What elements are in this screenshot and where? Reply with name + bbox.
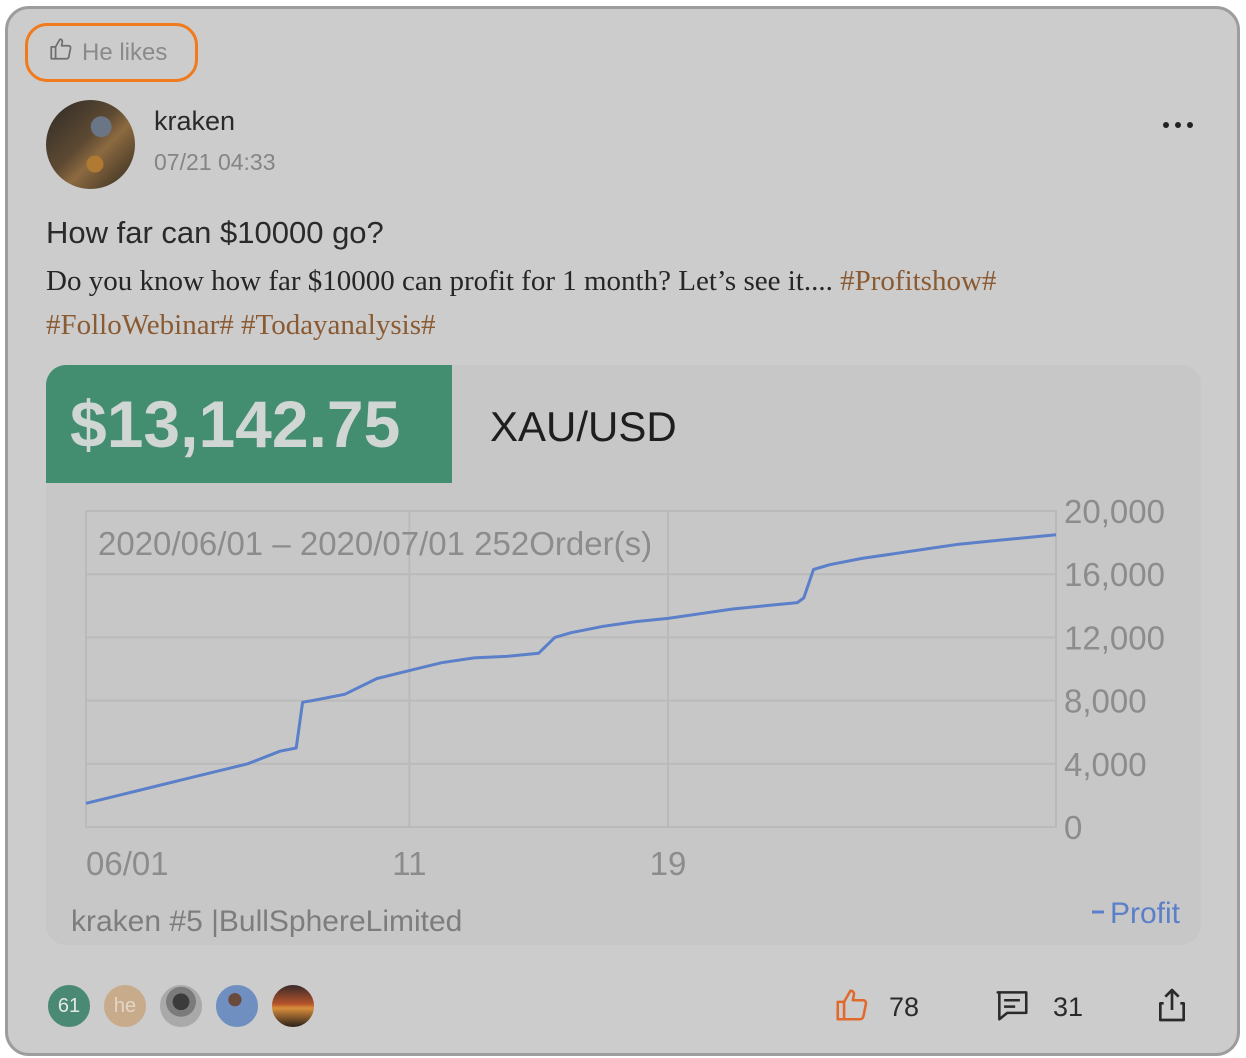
y-tick-label: 8,000 [1064,683,1147,720]
comment-button[interactable]: 31 [993,986,1083,1029]
comment-icon [993,986,1031,1029]
y-tick-label: 20,000 [1064,493,1165,530]
profit-chart-card[interactable]: $13,142.75 XAU/USD 2020/06/01 – 2020/07/… [46,365,1201,945]
hashtag-link[interactable]: #FolloWebinar# [46,309,234,341]
y-tick-label: 4,000 [1064,746,1147,783]
avatar[interactable] [270,983,316,1029]
thumbs-up-icon [48,36,74,69]
profit-amount: $13,142.75 [46,365,452,483]
hashtag-link[interactable]: #Profitshow# [840,265,996,297]
profit-line-chart: 2020/06/01 – 2020/07/01 252Order(s) 0 4,0… [71,493,1181,938]
x-tick-label: 19 [650,845,687,882]
avatar[interactable] [214,983,260,1029]
y-tick-label: 0 [1064,809,1082,846]
avatar[interactable] [158,983,204,1029]
date-range-label: 2020/06/01 – 2020/07/01 252Order(s) [98,525,652,562]
like-button[interactable]: 78 [833,986,919,1029]
author-name[interactable]: kraken [154,106,235,137]
y-axis-ticks: 0 4,000 8,000 12,000 16,000 20,000 [1064,493,1165,846]
post-body: Do you know how far $10000 can profit fo… [46,259,1196,347]
post-title: How far can $10000 go? [46,215,384,250]
more-options-icon[interactable] [1158,110,1198,140]
x-axis-ticks: 06/01 11 19 [86,845,686,882]
chart-legend: Profit [1092,897,1181,930]
avatar[interactable]: 61 [46,983,92,1029]
post-timestamp: 07/21 04:33 [154,149,276,175]
legend-label: Profit [1110,897,1181,930]
he-likes-badge[interactable]: He likes [25,23,198,82]
he-likes-label: He likes [82,38,168,66]
author-avatar[interactable] [46,100,135,189]
chart-footer-label: kraken #5 |BullSphereLimited [71,905,462,938]
share-icon[interactable] [1152,984,1192,1026]
comment-count: 31 [1053,992,1084,1022]
currency-pair: XAU/USD [490,403,677,450]
hashtag-link[interactable]: #Todayanalysis# [241,309,436,341]
post-body-text: Do you know how far $10000 can profit fo… [46,265,841,297]
x-tick-label: 11 [392,845,426,882]
x-tick-label: 06/01 [86,845,169,882]
y-tick-label: 12,000 [1064,619,1165,656]
thumbs-up-icon [833,986,871,1029]
y-tick-label: 16,000 [1064,556,1165,593]
like-count: 78 [889,992,920,1022]
avatar[interactable]: he [102,983,148,1029]
